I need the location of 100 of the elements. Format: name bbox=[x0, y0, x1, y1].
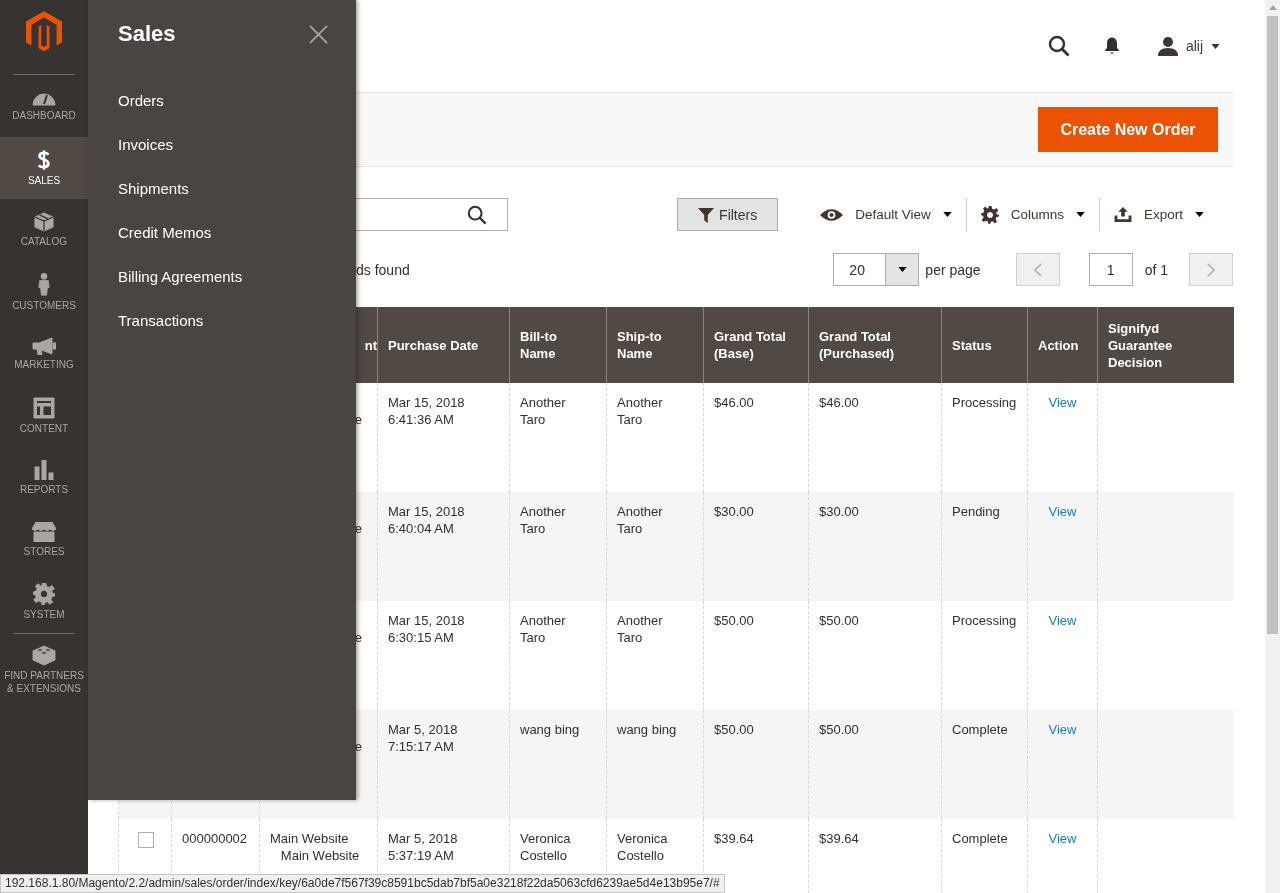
table-cell: $50.00 bbox=[819, 722, 859, 737]
row-checkbox[interactable] bbox=[138, 832, 154, 848]
dollar-icon bbox=[37, 149, 51, 171]
table-cell: Another Taro bbox=[617, 613, 663, 645]
scrollbar[interactable] bbox=[1265, 0, 1280, 893]
user-icon bbox=[1157, 36, 1178, 56]
nav-item[interactable]: CUSTOMERS bbox=[0, 261, 88, 323]
logo-icon[interactable] bbox=[26, 11, 62, 52]
view-link[interactable]: View bbox=[1048, 722, 1077, 737]
table-cell: 000000002 bbox=[182, 831, 248, 846]
view-link[interactable]: View bbox=[1048, 613, 1077, 628]
flyout-menu-item[interactable]: Orders bbox=[118, 92, 164, 136]
table-cell: Mar 15, 2018 6:40:04 AM bbox=[388, 504, 465, 536]
chevron-right-icon bbox=[1207, 262, 1215, 277]
table-cell: Mar 15, 2018 6:41:36 AM bbox=[388, 395, 465, 427]
table-cell: Veronica Costello bbox=[520, 831, 571, 863]
table-cell: $50.00 bbox=[819, 613, 859, 628]
export-dropdown[interactable]: Export bbox=[1099, 207, 1218, 222]
filters-button[interactable]: Filters bbox=[677, 198, 779, 231]
table-cell: Main Website Main Website bbox=[270, 831, 360, 863]
megaphone-icon bbox=[32, 337, 56, 355]
page-total: of 1 bbox=[1144, 261, 1168, 278]
flyout-menu-item[interactable]: Billing Agreements bbox=[118, 268, 243, 312]
nav-item[interactable]: STORES bbox=[0, 509, 88, 571]
table-cell: $39.64 bbox=[819, 831, 859, 846]
table-cell: Another Taro bbox=[520, 504, 566, 536]
table-cell: Another Taro bbox=[520, 395, 566, 427]
columns-dropdown[interactable]: Columns bbox=[966, 205, 1099, 224]
user-menu[interactable]: alij bbox=[1157, 36, 1220, 56]
caret-icon bbox=[897, 267, 907, 272]
table-cell: $50.00 bbox=[714, 613, 754, 628]
caret-icon bbox=[1195, 212, 1204, 217]
chevron-left-icon bbox=[1033, 262, 1042, 277]
search-icon bbox=[467, 204, 487, 225]
table-cell: Mar 5, 2018 5:37:19 AM bbox=[388, 831, 458, 863]
view-link[interactable]: View bbox=[1048, 395, 1077, 410]
nav-item[interactable]: DASHBOARD bbox=[0, 75, 88, 137]
records-count: ds found bbox=[356, 261, 410, 278]
table-cell: $46.00 bbox=[819, 395, 859, 410]
view-link[interactable]: View bbox=[1048, 831, 1077, 846]
bell-icon[interactable] bbox=[1103, 37, 1120, 55]
table-cell: $30.00 bbox=[714, 504, 754, 519]
gear-icon bbox=[33, 583, 55, 605]
search-icon[interactable] bbox=[1047, 35, 1070, 57]
gear-icon bbox=[980, 205, 999, 224]
table-cell: Another Taro bbox=[520, 613, 566, 645]
person-icon bbox=[38, 272, 50, 296]
page-number-field[interactable]: 1 bbox=[1088, 253, 1133, 286]
nav-item[interactable]: REPORTS bbox=[0, 447, 88, 509]
table-cell: Processing bbox=[952, 395, 1017, 410]
nav-item[interactable]: CATALOG bbox=[0, 199, 88, 261]
eye-icon bbox=[820, 207, 844, 222]
nav-item[interactable]: SALES bbox=[0, 137, 88, 199]
column-header[interactable]: Action bbox=[1038, 336, 1087, 354]
nav-item[interactable]: FIND PARTNERS & EXTENSIONS bbox=[0, 634, 88, 702]
flyout-menu-item[interactable]: Shipments bbox=[118, 180, 189, 224]
table-cell: wang bing bbox=[617, 722, 677, 737]
scroll-up-icon[interactable] bbox=[1268, 5, 1277, 10]
storefront-icon bbox=[32, 522, 56, 542]
view-dropdown[interactable]: Default View bbox=[806, 207, 966, 222]
flyout-title: Sales bbox=[118, 21, 176, 47]
box-icon bbox=[34, 212, 54, 232]
table-cell: Complete bbox=[952, 722, 1008, 737]
scrollbar-thumb[interactable] bbox=[1267, 16, 1278, 634]
nav-item[interactable]: CONTENT bbox=[0, 385, 88, 447]
layout-icon bbox=[33, 397, 55, 419]
table-cell: wang bing bbox=[520, 722, 580, 737]
column-header[interactable]: Purchase Date bbox=[388, 336, 499, 354]
close-icon[interactable] bbox=[309, 24, 328, 44]
table-cell: Another Taro bbox=[617, 504, 663, 536]
nav-item[interactable]: MARKETING bbox=[0, 323, 88, 385]
table-cell: Complete bbox=[952, 831, 1008, 846]
table-cell: Mar 15, 2018 6:30:15 AM bbox=[388, 613, 465, 645]
filter-icon bbox=[698, 206, 715, 223]
per-page-select[interactable]: 20 bbox=[833, 253, 920, 286]
caret-icon bbox=[1211, 43, 1220, 49]
table-cell: $46.00 bbox=[714, 395, 754, 410]
view-link[interactable]: View bbox=[1048, 504, 1077, 519]
column-header[interactable]: Status bbox=[952, 336, 1017, 354]
table-cell: Processing bbox=[952, 613, 1017, 628]
flyout-menu-item[interactable]: Credit Memos bbox=[118, 224, 212, 268]
caret-icon bbox=[942, 212, 952, 217]
flyout-menu-item[interactable]: Transactions bbox=[118, 312, 204, 356]
table-cell: Veronica Costello bbox=[617, 831, 668, 863]
table-cell: $50.00 bbox=[714, 722, 754, 737]
table-cell: Pending bbox=[952, 504, 1000, 519]
table-cell: Another Taro bbox=[617, 395, 663, 427]
table-cell: Mar 5, 2018 7:15:17 AM bbox=[388, 722, 458, 754]
table-cell: $39.64 bbox=[714, 831, 754, 846]
caret-icon bbox=[1075, 212, 1085, 217]
table-cell: $30.00 bbox=[819, 504, 859, 519]
bar-chart-icon bbox=[34, 460, 54, 480]
gauge-icon bbox=[32, 90, 56, 106]
upload-icon bbox=[1113, 207, 1132, 222]
create-order-button[interactable]: Create New Order bbox=[1038, 107, 1218, 152]
nav-item[interactable]: SYSTEM bbox=[0, 571, 88, 633]
per-page-label: per page bbox=[925, 261, 981, 278]
brick-icon bbox=[32, 644, 56, 666]
flyout-menu-item[interactable]: Invoices bbox=[118, 136, 174, 180]
status-bar-url: 192.168.1.80/Magento/2.2/admin/sales/order/index/key/6a0de7f567f39c8591bc5dab7bf5a0e3218f22da5063cfd6239ae5d4e13b95e7/# bbox=[0, 874, 725, 893]
